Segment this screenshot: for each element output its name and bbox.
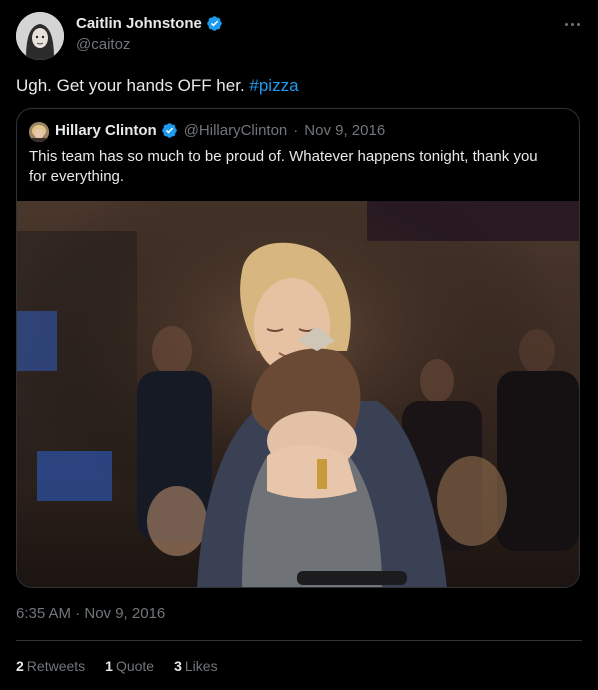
retweets-label: Retweets (26, 658, 86, 674)
verified-badge-icon (161, 123, 177, 138)
quoted-author-name[interactable]: Hillary Clinton (55, 122, 157, 139)
quoted-author-handle[interactable]: @HillaryClinton (184, 122, 288, 139)
tweet-body: Ugh. Get your hands OFF her. (16, 76, 250, 95)
author-handle[interactable]: @caitoz (76, 36, 130, 53)
likes-count: 3 (174, 658, 182, 674)
quoted-tweet[interactable]: Hillary Clinton @HillaryClinton · Nov 9,… (16, 108, 580, 588)
engagement-stats: 2 Retweets 1 Quote 3 Likes (16, 658, 218, 674)
photo-illustration (17, 201, 579, 587)
verified-badge-icon (207, 16, 222, 31)
quoted-date[interactable]: Nov 9, 2016 (304, 122, 385, 139)
quoted-header: Hillary Clinton @HillaryClinton · Nov 9,… (55, 122, 385, 139)
quoted-photo[interactable] (17, 201, 579, 587)
more-options-icon[interactable] (560, 14, 584, 34)
quoted-author-avatar[interactable] (29, 122, 49, 142)
author-name-row[interactable]: Caitlin Johnstone (76, 15, 223, 32)
retweets-stat[interactable]: 2 Retweets (16, 658, 85, 674)
tweet-text: Ugh. Get your hands OFF her. #pizza (16, 76, 299, 96)
tweet-timestamp[interactable]: 6:35 AM · Nov 9, 2016 (16, 605, 165, 622)
quoted-text: This team has so much to be proud of. Wh… (29, 148, 538, 185)
likes-stat[interactable]: 3 Likes (174, 658, 217, 674)
author-name[interactable]: Caitlin Johnstone (76, 15, 202, 32)
quotes-stat[interactable]: 1 Quote (105, 658, 154, 674)
hashtag-link[interactable]: #pizza (249, 76, 298, 95)
author-avatar[interactable] (16, 12, 64, 60)
likes-label: Likes (184, 658, 218, 674)
tweet: Caitlin Johnstone @caitoz Ugh. Get your … (0, 0, 598, 690)
quotes-count: 1 (105, 658, 113, 674)
retweets-count: 2 (16, 658, 24, 674)
quotes-label: Quote (115, 658, 155, 674)
quoted-separator: · (293, 122, 299, 139)
divider (16, 640, 582, 641)
